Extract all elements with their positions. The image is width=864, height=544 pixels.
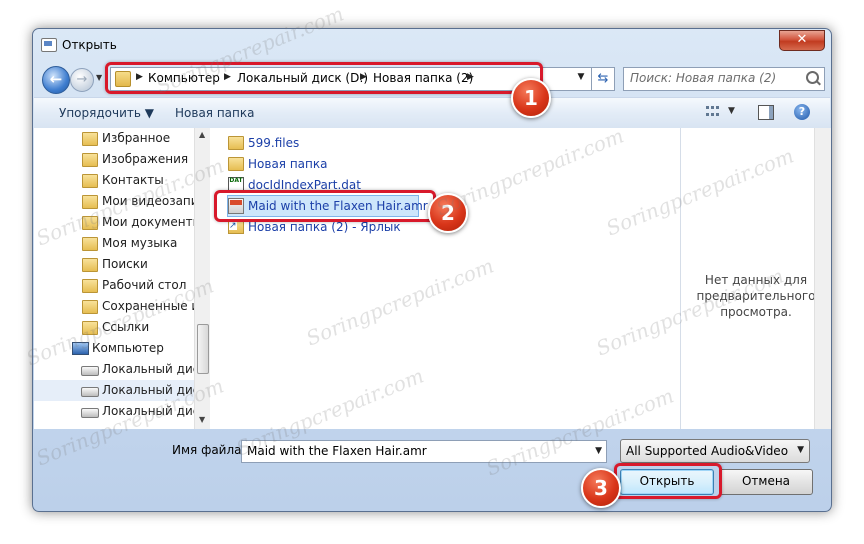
nav-item-label: Локальный диск (C:) <box>102 362 195 376</box>
refresh-icon[interactable]: ⇆ <box>591 67 615 91</box>
window-title: Открыть <box>62 38 117 52</box>
file-item-label: Новая папка (2) - Ярлык <box>248 220 401 234</box>
dat-file-icon: DAT <box>228 177 244 191</box>
file-item-599-files[interactable]: 599.files <box>228 133 428 153</box>
folder-icon <box>82 300 98 314</box>
folder-icon <box>82 216 98 230</box>
filename-dropdown-icon[interactable]: ▼ <box>595 446 602 456</box>
file-item-new-folder[interactable]: Новая папка <box>228 154 428 174</box>
nav-item-pictures[interactable]: Изображения <box>34 149 195 170</box>
scroll-down-icon[interactable]: ▼ <box>199 415 205 424</box>
drive-icon <box>81 387 99 397</box>
nav-item-searches[interactable]: Поиски <box>34 254 195 275</box>
preview-line: предварительного <box>696 289 816 303</box>
open-button-highlight <box>614 463 722 499</box>
folder-icon <box>228 136 244 150</box>
views-icon[interactable] <box>706 106 720 118</box>
nav-item-favorites[interactable]: Избранное <box>34 128 195 149</box>
back-arrow-icon[interactable]: ← <box>42 66 70 94</box>
nav-scrollbar[interactable]: ▲ ▼ <box>194 128 210 429</box>
title-bar[interactable]: Открыть ✕ <box>33 29 831 59</box>
file-list: 599.files Новая папка DAT docIdIndexPart… <box>210 128 680 429</box>
preview-line: Нет данных для <box>704 273 808 287</box>
nav-item-videos[interactable]: Мои видеозаписи <box>34 191 195 212</box>
nav-item-label: Моя музыка <box>102 236 178 250</box>
nav-item-label: Мои документы <box>102 215 195 229</box>
help-icon[interactable]: ? <box>794 104 810 120</box>
nav-item-label: Избранное <box>102 131 171 145</box>
file-type-value: All Supported Audio&Video Files <box>626 444 789 458</box>
nav-item-label: Рабочий стол <box>102 278 187 292</box>
folder-icon <box>228 157 244 171</box>
nav-item-saved-games[interactable]: Сохраненные игры <box>34 296 195 317</box>
new-folder-button[interactable]: Новая папка <box>175 106 254 120</box>
folder-icon <box>82 279 98 293</box>
nav-item-label: Локальный диск (E:) <box>102 404 195 418</box>
drive-icon <box>81 366 99 376</box>
nav-item-drive-e[interactable]: Локальный диск (E:) <box>34 401 195 422</box>
nav-item-music[interactable]: Моя музыка <box>34 233 195 254</box>
command-bar: Упорядочить ▼ Новая папка ▼ ? <box>34 97 830 129</box>
folder-icon <box>82 321 98 335</box>
file-highlight <box>214 190 436 222</box>
nav-item-drive-c[interactable]: Локальный диск (C:) <box>34 359 195 380</box>
scroll-up-icon[interactable]: ▲ <box>199 130 205 139</box>
folder-icon <box>82 174 98 188</box>
address-highlight <box>105 62 543 94</box>
window-icon <box>41 38 57 52</box>
folder-icon <box>82 132 98 146</box>
file-item-label: Новая папка <box>248 157 328 171</box>
preview-pane-icon[interactable] <box>758 105 774 120</box>
filename-label: Имя файла: <box>172 443 246 457</box>
close-button[interactable]: ✕ <box>779 30 825 51</box>
nav-item-drive-d[interactable]: Локальный диск (D:) <box>34 380 195 401</box>
nav-item-label: Сохраненные игры <box>102 299 195 313</box>
preview-scrollbar[interactable] <box>814 128 831 429</box>
file-type-select[interactable]: All Supported Audio&Video Files ▼ <box>620 439 810 463</box>
nav-item-label: Мои видеозаписи <box>102 194 195 208</box>
file-item-label: 599.files <box>248 136 300 150</box>
filename-input[interactable]: Maid with the Flaxen Hair.amr ▼ <box>241 440 607 463</box>
cancel-button[interactable]: Отмена <box>719 469 813 495</box>
filename-value: Maid with the Flaxen Hair.amr <box>247 444 427 458</box>
nav-item-label: Изображения <box>102 152 189 166</box>
computer-icon <box>72 342 89 355</box>
nav-item-computer[interactable]: Компьютер <box>34 338 195 359</box>
address-dropdown-icon[interactable]: ▼ <box>574 72 588 86</box>
views-dropdown-icon[interactable]: ▼ <box>728 106 735 116</box>
nav-item-documents[interactable]: Мои документы <box>34 212 195 233</box>
step-badge-3: 3 <box>581 468 621 508</box>
drive-icon <box>81 408 99 418</box>
file-type-dropdown-icon[interactable]: ▼ <box>797 445 804 455</box>
navigation-pane: Избранное Изображения Контакты Мои видео… <box>34 128 210 429</box>
folder-icon <box>82 195 98 209</box>
organize-button[interactable]: Упорядочить ▼ <box>59 106 154 120</box>
nav-item-label: Локальный диск (D:) <box>102 383 195 397</box>
step-badge-2: 2 <box>428 193 468 233</box>
preview-pane: Нет данных для предварительного просмотр… <box>680 128 831 429</box>
nav-item-desktop[interactable]: Рабочий стол <box>34 275 195 296</box>
step-badge-1: 1 <box>511 78 551 118</box>
search-input[interactable]: Поиск: Новая папка (2) <box>623 67 825 91</box>
scroll-thumb[interactable] <box>197 324 209 374</box>
folder-icon <box>82 237 98 251</box>
content-area: Избранное Изображения Контакты Мои видео… <box>34 128 831 429</box>
nav-item-label: Контакты <box>102 173 164 187</box>
folder-icon <box>82 258 98 272</box>
folder-icon <box>82 153 98 167</box>
forward-arrow-icon[interactable]: → <box>70 68 94 92</box>
nav-item-label: Поиски <box>102 257 148 271</box>
nav-item-label: Ссылки <box>102 320 150 334</box>
open-dialog: Открыть ✕ ← → ▼ ▶ Компьютер ▶ Локальный … <box>32 28 832 512</box>
preview-line: просмотра. <box>720 305 792 319</box>
nav-item-label: Компьютер <box>92 341 164 355</box>
search-placeholder: Поиск: Новая папка (2) <box>630 71 777 85</box>
nav-item-links[interactable]: Ссылки <box>34 317 195 338</box>
search-icon[interactable] <box>806 71 819 84</box>
nav-item-contacts[interactable]: Контакты <box>34 170 195 191</box>
